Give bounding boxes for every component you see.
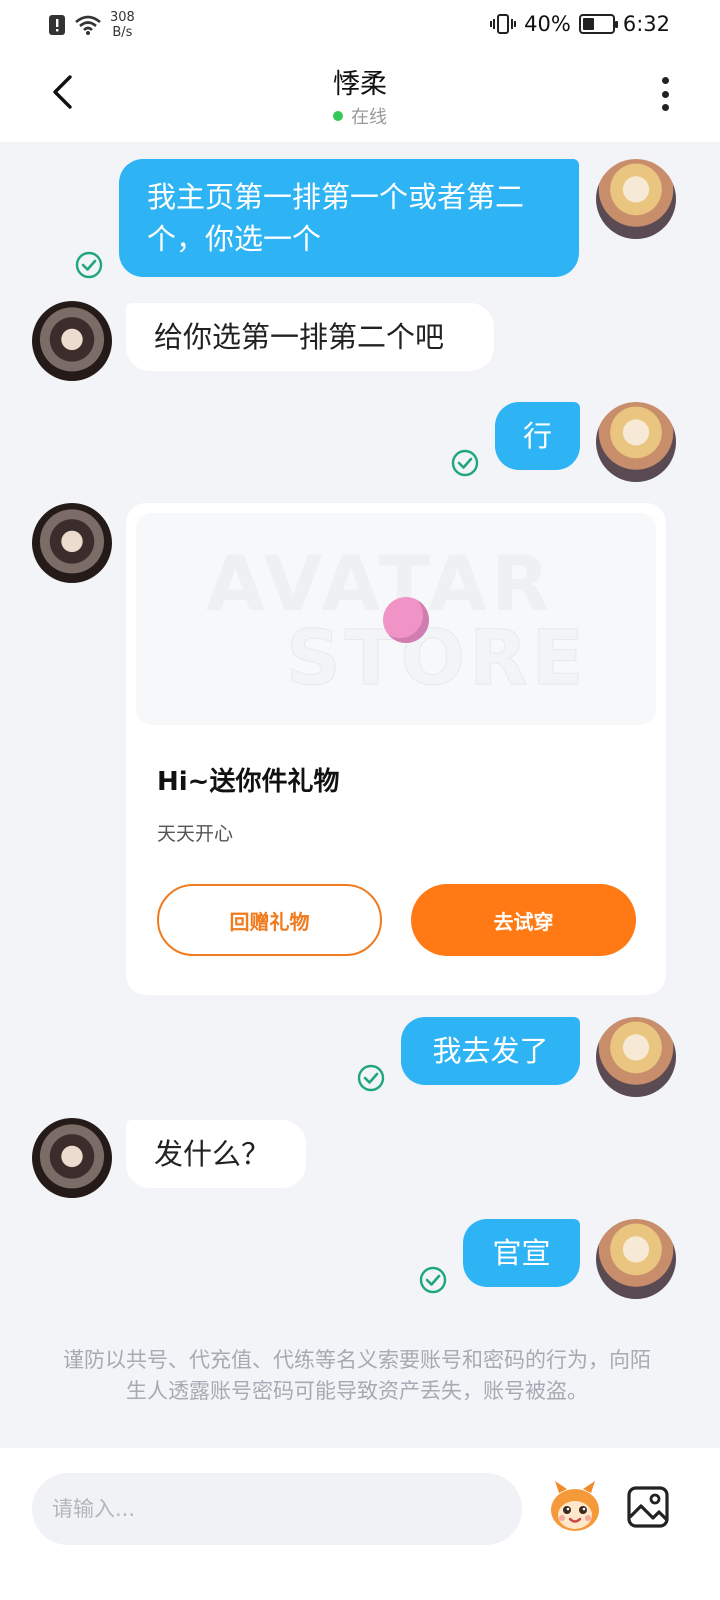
read-check-icon [451, 449, 479, 477]
message-bubble-incoming[interactable]: 发什么？ [126, 1120, 306, 1188]
chat-header: 悸柔 在线 [0, 50, 720, 142]
message-bubble-incoming[interactable]: 给你选第一排第二个吧 [126, 303, 494, 371]
online-status: 在线 [333, 103, 387, 129]
safety-notice: 谨防以共号、代充值、代练等名义索要账号和密码的行为，向陌生人透露账号密码可能导致… [63, 1348, 651, 1403]
read-check-icon [419, 1266, 447, 1294]
wifi-icon [75, 15, 101, 35]
online-dot [333, 111, 343, 121]
contact-avatar[interactable] [32, 1118, 112, 1198]
more-options-button[interactable] [650, 74, 680, 114]
battery-icon [578, 14, 618, 34]
chat-title: 悸柔 [333, 69, 387, 100]
message-bubble-outgoing[interactable]: 行 [495, 402, 580, 470]
vibrate-icon [490, 14, 517, 34]
message-bubble-outgoing[interactable]: 我去发了 [401, 1017, 580, 1085]
emoji-mascot-icon[interactable] [545, 1477, 605, 1537]
status-right: 40% 6:32 [490, 12, 670, 36]
more-vertical-icon-dot [661, 90, 669, 98]
network-speed: 308 B/s [110, 10, 135, 40]
gift-preview-image[interactable]: AVATAR STORE [136, 513, 656, 725]
message-bubble-outgoing[interactable]: 官宣 [463, 1219, 580, 1287]
message-bubble-outgoing[interactable]: 我主页第一排第一个或者第二个，你选一个 [119, 159, 579, 277]
image-icon[interactable] [626, 1485, 670, 1529]
battery-percent: 40% [524, 12, 571, 36]
contact-avatar[interactable] [32, 301, 112, 381]
gift-subtitle: 天天开心 [157, 823, 234, 845]
my-avatar[interactable] [596, 1219, 676, 1299]
status-bar: 308 B/s 40% 6:32 [0, 0, 720, 50]
composer-bar [0, 1448, 720, 1600]
more-vertical-icon [661, 77, 669, 84]
my-avatar[interactable] [596, 1017, 676, 1097]
clock: 6:32 [622, 12, 670, 36]
chat-title-area: 悸柔 在线 [0, 62, 720, 129]
status-left: 308 B/s [48, 10, 135, 40]
loading-spinner-icon [383, 597, 429, 643]
network-speed-value: 308 [110, 10, 135, 25]
alert-icon [49, 15, 65, 35]
my-avatar[interactable] [596, 159, 676, 239]
read-check-icon [75, 251, 103, 279]
my-avatar[interactable] [596, 402, 676, 482]
gift-title: Hi~送你件礼物 [157, 767, 340, 797]
battery-level [582, 18, 595, 30]
read-check-icon [357, 1064, 385, 1092]
online-label: 在线 [351, 107, 387, 128]
return-gift-button[interactable]: 回赠礼物 [157, 884, 382, 956]
gift-card[interactable]: AVATAR STORE Hi~送你件礼物 天天开心 回赠礼物 去试穿 [126, 503, 666, 995]
try-on-button[interactable]: 去试穿 [411, 884, 636, 956]
contact-avatar[interactable] [32, 503, 112, 583]
message-input[interactable] [32, 1473, 522, 1545]
network-speed-unit: B/s [112, 25, 133, 40]
more-vertical-icon-dot [661, 104, 669, 111]
